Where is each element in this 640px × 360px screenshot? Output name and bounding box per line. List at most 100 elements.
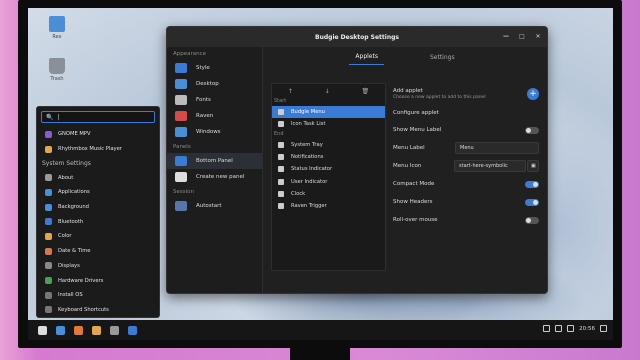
raven-trigger-icon[interactable] — [600, 325, 607, 332]
menu-item[interactable]: Displays — [37, 259, 159, 274]
rollover-menu-toggle[interactable] — [525, 216, 539, 224]
network-icon[interactable] — [555, 325, 563, 332]
applet-label: Budgie Menu — [291, 109, 325, 116]
menu-item-label: Applications — [58, 189, 90, 196]
add-applet-desc: Choose a new applet to add to this panel — [393, 95, 486, 100]
settings-window: Budgie Desktop Settings — □ ✕ Appearance… — [166, 26, 548, 294]
show-headers-toggle[interactable] — [525, 198, 539, 206]
bottom-panel: 20:56 — [28, 320, 613, 340]
sidebar-item[interactable]: Style — [167, 60, 262, 76]
settings-icon — [109, 325, 119, 335]
applet-label: Raven Trigger — [291, 203, 327, 210]
keyboard-icon — [45, 306, 52, 314]
move-up-button[interactable]: ↑ — [288, 88, 293, 95]
minimize-button[interactable]: — — [501, 32, 511, 42]
sidebar-item[interactable]: Bottom Panel — [167, 153, 262, 169]
panel-launcher[interactable] — [88, 322, 104, 338]
menu-item-label: Bluetooth — [58, 218, 84, 225]
menu-item[interactable]: GNOME MPV — [37, 127, 159, 142]
applet-item[interactable]: Notifications — [272, 151, 385, 163]
menu-item[interactable]: About — [37, 170, 159, 185]
menu-item-label: Keyboard Shortcuts — [58, 306, 109, 313]
sidebar-item[interactable]: Raven — [167, 108, 262, 124]
applet-item[interactable]: Status Indicator — [272, 163, 385, 175]
notifications-icon[interactable] — [543, 325, 551, 332]
applet-label: Clock — [291, 190, 306, 197]
sidebar-item-label: Windows — [196, 129, 221, 135]
end-section-label: End — [274, 130, 284, 137]
menu-item[interactable]: Hardware Drivers — [37, 273, 159, 288]
maximize-button[interactable]: □ — [517, 32, 527, 42]
volume-icon[interactable] — [567, 325, 575, 332]
tab-settings[interactable]: Settings — [424, 50, 461, 65]
show-headers-row: Show Headers — [393, 193, 539, 211]
menu-icon-row: Menu Icon start-here-symbolic ▣ — [393, 157, 539, 175]
browse-icon-button[interactable]: ▣ — [527, 160, 539, 172]
menu-item[interactable]: Applications — [37, 185, 159, 200]
panel-launcher[interactable] — [106, 322, 122, 338]
trash-icon — [49, 58, 65, 74]
menu-label-field[interactable]: Menu — [455, 142, 539, 154]
applet-item[interactable]: Clock — [272, 188, 385, 200]
remove-applet-button[interactable]: 🗑 — [361, 88, 369, 95]
applet-label: User Indicator — [291, 178, 328, 185]
sidebar-item[interactable]: Autostart — [167, 198, 262, 214]
add-applet-button[interactable]: + — [527, 88, 539, 100]
show-menu-label-toggle[interactable] — [525, 126, 539, 134]
menu-item-label: Color — [58, 233, 72, 240]
applet-item[interactable]: User Indicator — [272, 175, 385, 187]
search-icon: 🔍 — [46, 113, 54, 121]
sidebar-item-label: Autostart — [196, 203, 222, 209]
menu-item-label: Date & Time — [58, 248, 91, 255]
compact-mode-toggle[interactable] — [525, 180, 539, 188]
info-icon — [45, 174, 52, 182]
window-title: Budgie Desktop Settings — [315, 33, 399, 41]
menu-item-label: Hardware Drivers — [58, 277, 104, 284]
menu-item[interactable]: Date & Time — [37, 244, 159, 259]
monitor-stand — [290, 348, 350, 360]
sidebar-item[interactable]: Create new panel — [167, 169, 262, 185]
menu-label-row: Menu Label Menu — [393, 139, 539, 157]
applet-icon — [278, 166, 284, 173]
desktop-icon-trash[interactable]: Trash — [42, 58, 72, 82]
menu-item[interactable]: Install OS — [37, 288, 159, 303]
panel-launcher[interactable] — [52, 322, 68, 338]
applet-icon — [278, 203, 284, 210]
sidebar-item[interactable]: Fonts — [167, 92, 262, 108]
sidebar-item[interactable]: Desktop — [167, 76, 262, 92]
configure-applet-label: Configure applet — [393, 110, 439, 116]
add-applet-title: Add applet — [393, 88, 423, 94]
sidebar-item-label: Desktop — [196, 81, 219, 87]
raven-icon — [175, 111, 187, 121]
menu-item[interactable]: Rhythmbox Music Player — [37, 142, 159, 157]
applications-icon — [45, 188, 52, 196]
menu-icon-field[interactable]: start-here-symbolic — [454, 160, 526, 172]
show-menu-label-row: Show Menu Label — [393, 121, 539, 139]
close-button[interactable]: ✕ — [533, 32, 543, 42]
menu-item[interactable]: Color — [37, 229, 159, 244]
menu-item-label: Install OS — [58, 292, 83, 299]
applet-item[interactable]: System Tray — [272, 139, 385, 151]
applet-item[interactable]: Raven Trigger — [272, 200, 385, 212]
tab-applets[interactable]: Applets — [349, 49, 384, 65]
sidebar-item[interactable]: Windows — [167, 124, 262, 140]
applet-item[interactable]: Budgie Menu — [272, 106, 385, 119]
panel-launcher[interactable] — [34, 322, 50, 338]
move-down-button[interactable]: ↓ — [325, 88, 330, 95]
bluetooth-icon — [45, 218, 52, 226]
applet-item[interactable]: Icon Task List — [272, 118, 385, 130]
rollover-menu-row: Roll-over mouse — [393, 211, 539, 229]
clock[interactable]: 20:56 — [579, 326, 595, 332]
search-input[interactable]: 🔍 | — [41, 111, 155, 123]
menu-item[interactable]: Background — [37, 200, 159, 215]
panel-launcher[interactable] — [124, 322, 140, 338]
panel-icon — [175, 156, 187, 166]
desktop-icon-home[interactable]: Rex — [42, 16, 72, 40]
menu-item[interactable]: Bluetooth — [37, 214, 159, 229]
panel-launcher[interactable] — [70, 322, 86, 338]
menu-item[interactable]: Keyboard Shortcuts — [37, 303, 159, 318]
applet-label: System Tray — [291, 141, 323, 148]
color-icon — [45, 232, 52, 240]
menu-item-label: GNOME MPV — [58, 131, 91, 138]
home-folder-icon — [49, 16, 65, 32]
